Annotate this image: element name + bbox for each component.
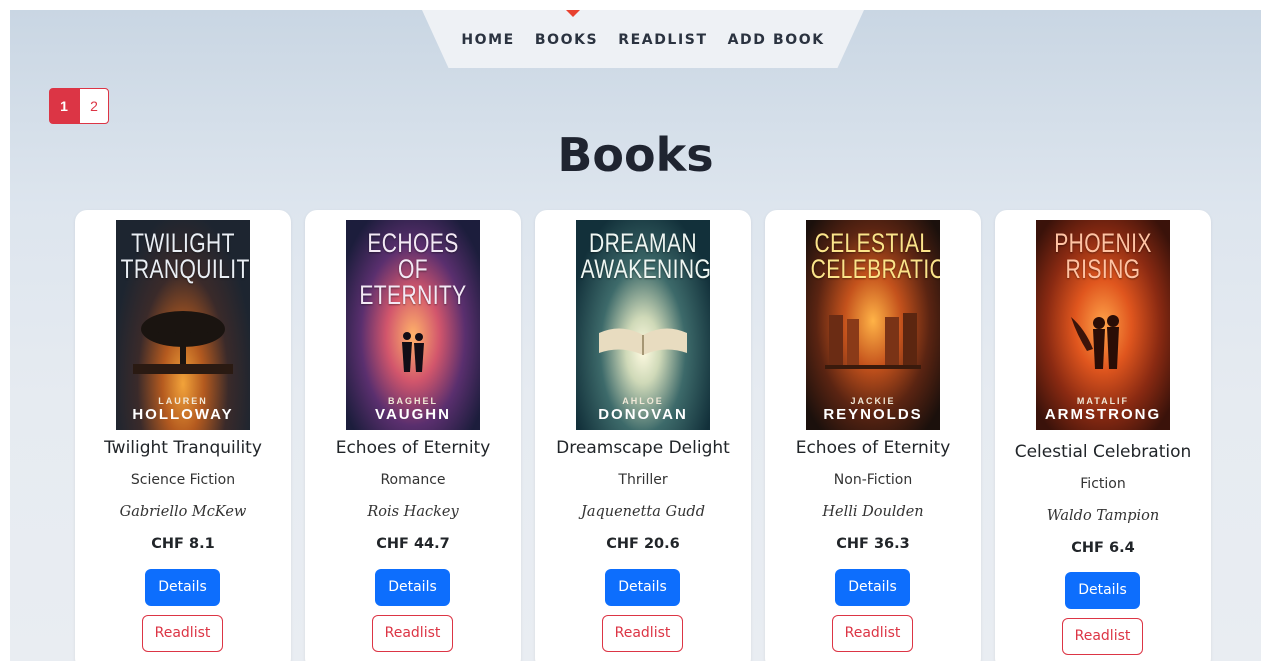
book-title: Twilight Tranquility	[104, 438, 262, 458]
book-title: Dreamscape Delight	[556, 438, 730, 458]
page-background: HOME BOOKS READLIST ADD BOOK 1 2 Books T…	[10, 10, 1261, 661]
book-title: Echoes of Eternity	[335, 438, 491, 458]
cover-author-first: LAUREN	[158, 396, 208, 406]
couple-with-wings-icon	[1071, 315, 1119, 369]
page-button-1[interactable]: 1	[49, 88, 79, 124]
details-button[interactable]: Details	[375, 569, 450, 606]
cover-author-last: ARMSTRONG	[1044, 406, 1162, 423]
page-button-2[interactable]: 2	[79, 88, 109, 124]
cover-author-first: MATALIF	[1076, 396, 1130, 406]
book-card: DREAMAN AWAKENING AHLOE DONOVAN Dreamsca…	[535, 210, 751, 661]
book-title: Echoes of Eternity	[795, 438, 951, 458]
nav-item-books[interactable]: BOOKS	[535, 30, 598, 52]
book-price: CHF 6.4	[1071, 540, 1135, 556]
book-price: CHF 44.7	[376, 536, 450, 552]
book-author: Waldo Tampion	[1046, 508, 1160, 524]
book-genre: Fiction	[1080, 476, 1126, 492]
book-author: Rois Hackey	[367, 504, 459, 520]
cover-author: BAGHEL VAUGHN	[375, 396, 451, 424]
readlist-button[interactable]: Readlist	[832, 615, 913, 652]
book-price: CHF 20.6	[606, 536, 680, 552]
book-cover-image: PHOENIX RISING MATALIF ARMSTRONG	[1036, 220, 1170, 430]
book-genre: Romance	[380, 472, 446, 488]
book-price: CHF 8.1	[151, 536, 215, 552]
cover-author-last: DONOVAN	[598, 406, 688, 423]
book-genre: Science Fiction	[130, 472, 236, 488]
readlist-button[interactable]: Readlist	[372, 615, 453, 652]
readlist-button[interactable]: Readlist	[602, 615, 683, 652]
book-author: Jaquenetta Gudd	[581, 504, 705, 520]
book-cover-image: CELESTIAL CELEBRATION JACKIE REYNOLDS	[806, 220, 940, 430]
cover-author-first: BAGHEL	[387, 396, 438, 406]
pagination: 1 2	[49, 88, 109, 124]
book-card: TWILIGHT TRANQUILITY LAUREN HOLLOWAY Twi…	[75, 210, 291, 661]
page-title: Books	[557, 128, 714, 182]
book-price: CHF 36.3	[836, 536, 910, 552]
book-card: ECHOES OF ETERNITY BAGHEL VAUGHN Echoes …	[305, 210, 521, 661]
book-card: CELESTIAL CELEBRATION JACKIE REYNOLDS Ec…	[765, 210, 981, 661]
book-cover-image: DREAMAN AWAKENING AHLOE DONOVAN	[576, 220, 710, 430]
cover-author-last: VAUGHN	[375, 406, 451, 423]
book-cover-image: ECHOES OF ETERNITY BAGHEL VAUGHN	[346, 220, 480, 430]
readlist-button[interactable]: Readlist	[1062, 618, 1143, 655]
nav-item-add-book[interactable]: ADD BOOK	[728, 30, 825, 52]
book-cover-image: TWILIGHT TRANQUILITY LAUREN HOLLOWAY	[116, 220, 250, 430]
cover-author-first: JACKIE	[850, 396, 896, 406]
book-genre: Non-Fiction	[833, 472, 913, 488]
cover-author-first: AHLOE	[622, 396, 664, 406]
cover-author-last: HOLLOWAY	[132, 406, 234, 423]
book-author: Gabriello McKew	[119, 504, 247, 520]
details-button[interactable]: Details	[1065, 572, 1140, 609]
book-card: PHOENIX RISING MATALIF ARMSTRONG Celesti…	[995, 210, 1211, 661]
couple-silhouette-icon	[402, 332, 424, 372]
tree-silhouette-icon	[133, 311, 233, 374]
open-book-icon	[599, 328, 687, 355]
cover-title: ECHOES OF ETERNITY	[359, 228, 467, 310]
cover-title: CELESTIAL CELEBRATION	[810, 228, 940, 284]
cover-author-last: REYNOLDS	[823, 406, 923, 423]
details-button[interactable]: Details	[145, 569, 220, 606]
readlist-button[interactable]: Readlist	[142, 615, 223, 652]
nav-item-home[interactable]: HOME	[461, 30, 515, 52]
cover-author: AHLOE DONOVAN	[598, 396, 688, 424]
cover-author: LAUREN HOLLOWAY	[132, 396, 233, 424]
details-button[interactable]: Details	[605, 569, 680, 606]
cover-author: JACKIE REYNOLDS	[823, 396, 922, 424]
cover-title: PHOENIX RISING	[1054, 228, 1152, 284]
cover-title: TWILIGHT TRANQUILITY	[120, 228, 250, 284]
details-button[interactable]: Details	[835, 569, 910, 606]
cover-author: MATALIF ARMSTRONG	[1045, 396, 1161, 424]
nav-menu: HOME BOOKS READLIST ADD BOOK	[422, 30, 864, 52]
nav-item-readlist[interactable]: READLIST	[618, 30, 707, 52]
cover-title: DREAMAN AWAKENING	[580, 228, 710, 284]
book-title: Celestial Celebration	[1014, 442, 1192, 462]
book-author: Helli Doulden	[822, 504, 924, 520]
bookshelf-icon	[825, 313, 921, 369]
active-nav-indicator	[566, 10, 580, 17]
book-genre: Thriller	[618, 472, 668, 488]
